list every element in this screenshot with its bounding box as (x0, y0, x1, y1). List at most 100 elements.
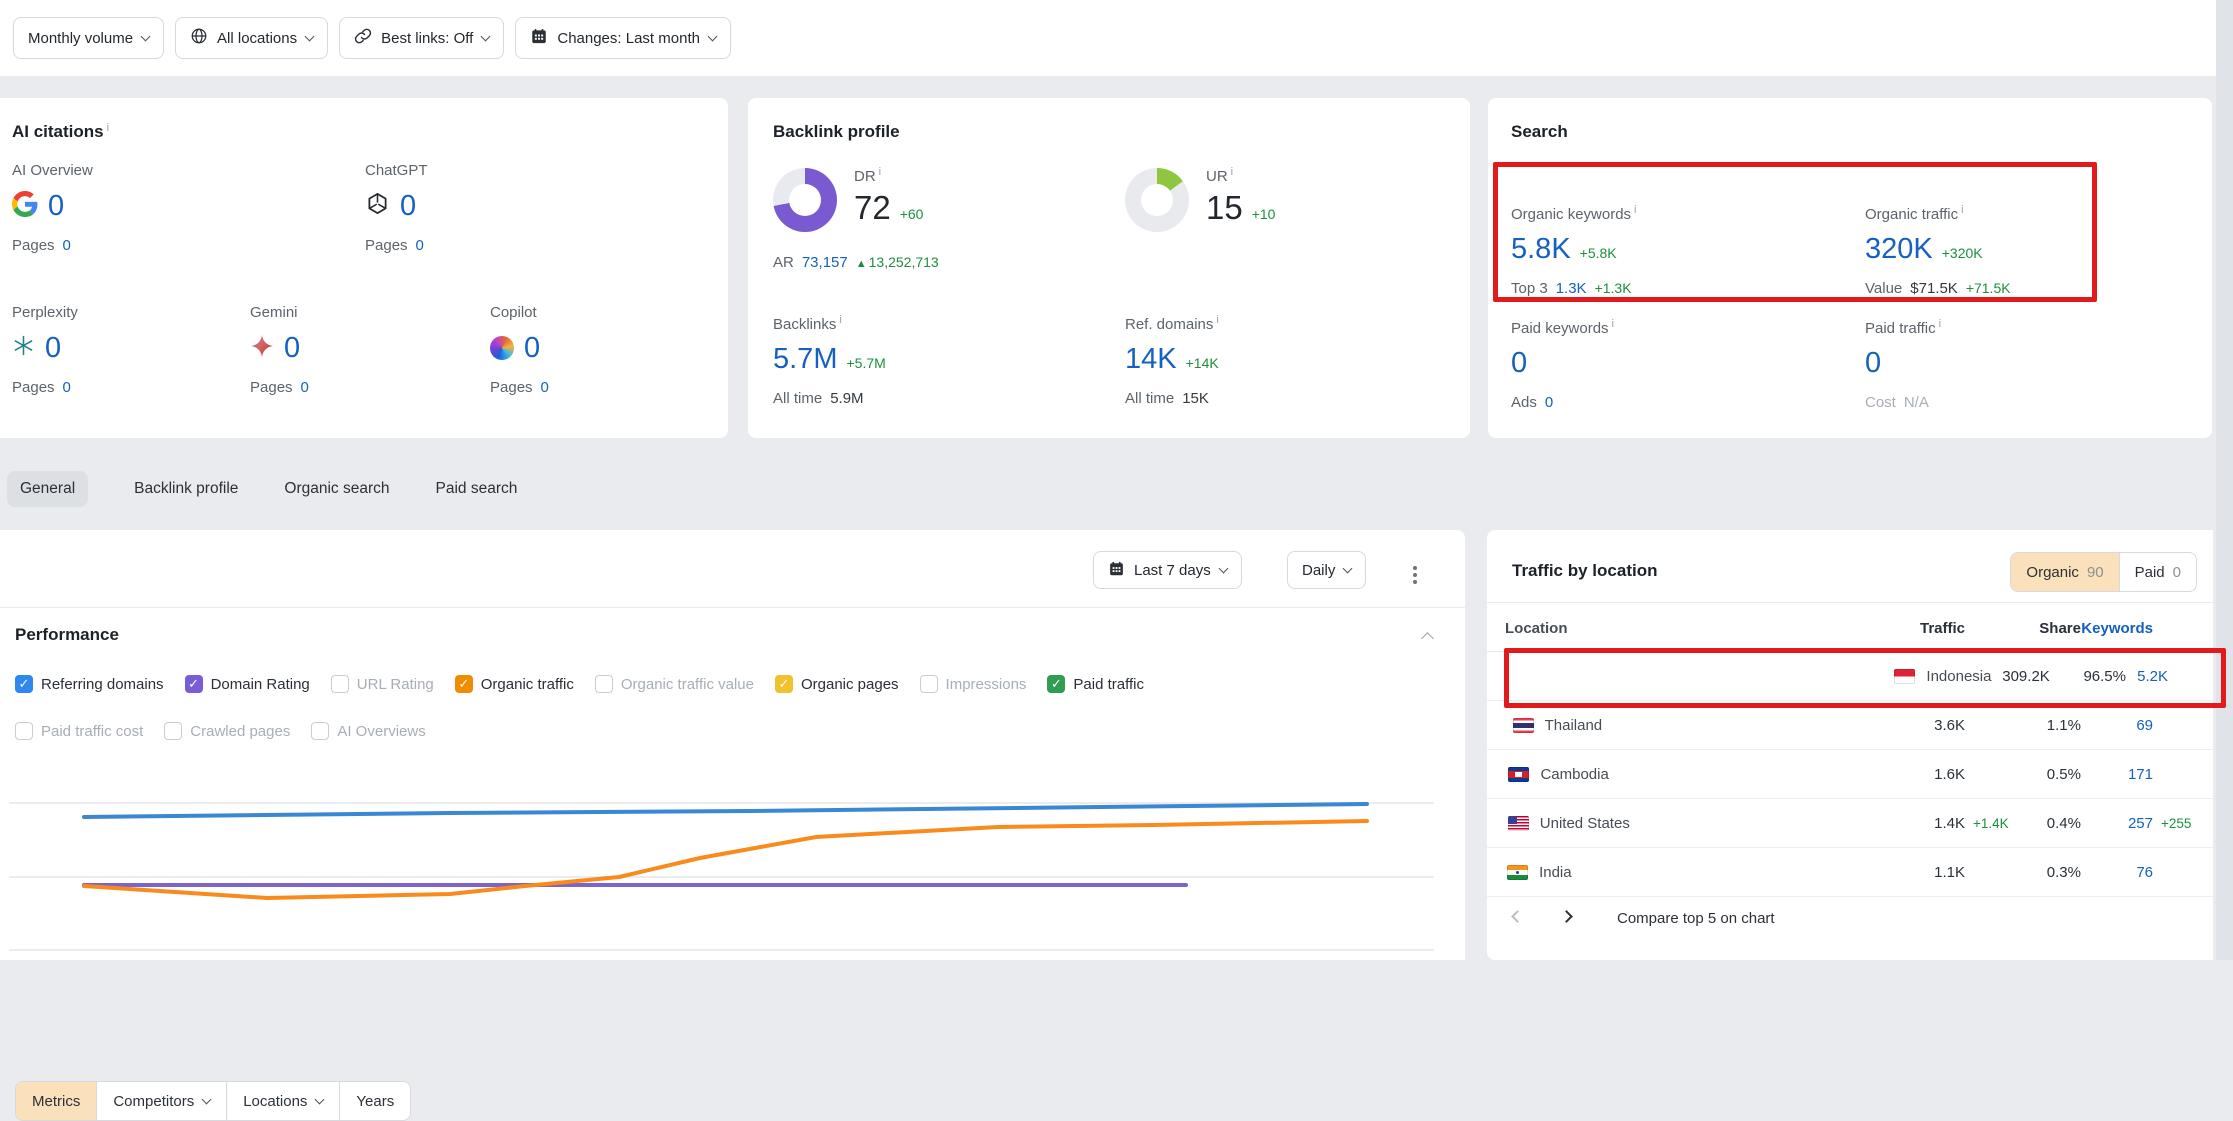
checkbox-crawled-pages[interactable]: Crawled pages (164, 722, 290, 740)
keywords-link[interactable]: 171 (2081, 766, 2153, 783)
changes-filter[interactable]: Changes: Last month (515, 17, 731, 59)
table-row-united-states[interactable]: United States 1.4K +1.4K 0.4% 257 +255 (1487, 799, 2213, 848)
backlinks-value[interactable]: 5.7M (773, 345, 837, 374)
table-row-cambodia[interactable]: Cambodia 1.6K 0.5% 171 (1487, 750, 2213, 799)
next-page-button[interactable] (1554, 908, 1579, 929)
column-traffic[interactable]: Traffic (1865, 620, 1965, 637)
pages-count-link[interactable]: 0 (63, 237, 71, 254)
ref-domains-delta: +14K (1186, 355, 1219, 371)
segment-locations[interactable]: Locations (226, 1082, 339, 1120)
keywords-link[interactable]: 5.2K (2126, 668, 2168, 685)
pages-count-link[interactable]: 0 (63, 379, 71, 396)
checkbox-organic-pages[interactable]: ✓Organic pages (775, 675, 899, 693)
info-icon[interactable]: i (879, 166, 881, 178)
table-row-india[interactable]: India 1.1K 0.3% 76 (1487, 848, 2213, 897)
keywords-link[interactable]: 69 (2081, 717, 2153, 734)
info-icon[interactable]: i (1231, 166, 1233, 178)
tab-backlink-profile[interactable]: Backlink profile (134, 471, 238, 507)
location-name: India (1539, 864, 1572, 881)
keywords-link[interactable]: 76 (2081, 864, 2153, 881)
more-options-button[interactable] (1405, 558, 1425, 592)
calendar-icon (530, 27, 548, 49)
traffic-value: 1.1K (1865, 864, 1965, 881)
organic-keywords-value[interactable]: 5.8K (1511, 235, 1571, 264)
column-location[interactable]: Location (1505, 620, 1865, 637)
ai-overview-value[interactable]: 0 (48, 192, 64, 221)
table-row-thailand[interactable]: Thailand 3.6K 1.1% 69 (1487, 701, 2213, 750)
date-range-button[interactable]: Last 7 days (1093, 551, 1242, 589)
ads-label: Ads (1511, 394, 1537, 411)
checkbox-paid-traffic-cost[interactable]: Paid traffic cost (15, 722, 143, 740)
tab-paid-search[interactable]: Paid search (436, 471, 518, 507)
checkbox-url-rating[interactable]: URL Rating (331, 675, 434, 693)
ads-count-link[interactable]: 0 (1545, 394, 1553, 411)
perplexity-value[interactable]: 0 (45, 334, 61, 363)
location-name: Thailand (1545, 717, 1603, 734)
checkbox-domain-rating[interactable]: ✓Domain Rating (185, 675, 310, 693)
checkbox-referring-domains[interactable]: ✓Referring domains (15, 675, 164, 693)
share-value: 0.4% (2017, 815, 2081, 832)
alltime-value: 5.9M (830, 390, 863, 407)
locations-filter[interactable]: All locations (175, 17, 328, 59)
paid-count: 0 (2173, 564, 2181, 581)
pages-count-link[interactable]: 0 (541, 379, 549, 396)
info-icon[interactable]: i (1634, 204, 1636, 216)
segment-metrics[interactable]: Metrics (16, 1082, 96, 1120)
chatgpt-value[interactable]: 0 (400, 192, 416, 221)
checkbox-paid-traffic[interactable]: ✓Paid traffic (1047, 675, 1144, 693)
column-keywords[interactable]: Keywords (2081, 620, 2153, 637)
info-icon[interactable]: i (1612, 318, 1614, 330)
checkbox-impressions[interactable]: Impressions (920, 675, 1027, 693)
chatgpt-label: ChatGPT (365, 162, 595, 179)
chatgpt-icon (365, 191, 390, 221)
checkbox-organic-traffic-value[interactable]: Organic traffic value (595, 675, 754, 693)
collapse-section-button[interactable] (1423, 630, 1432, 648)
info-icon[interactable]: i (107, 122, 109, 134)
monthly-volume-filter[interactable]: Monthly volume (13, 17, 164, 59)
scrollbar-track[interactable] (2216, 0, 2233, 960)
chevron-down-icon (202, 1094, 212, 1104)
info-icon[interactable]: i (1216, 314, 1218, 326)
paid-keywords-value[interactable]: 0 (1511, 349, 1527, 378)
organic-traffic-value[interactable]: 320K (1865, 235, 1933, 264)
backlink-profile-card: Backlink profile DRi 72 +60 AR 73,157 ▲1… (748, 98, 1470, 438)
pages-count-link[interactable]: 0 (301, 379, 309, 396)
checkbox-ai-overviews[interactable]: AI Overviews (311, 722, 425, 740)
perplexity-block: Perplexity 0 Pages0 (12, 304, 242, 396)
checkbox-checked-icon: ✓ (455, 675, 473, 693)
ar-value-link[interactable]: 73,157 (802, 254, 848, 271)
ur-value: 15 (1206, 191, 1243, 224)
copilot-value[interactable]: 0 (524, 334, 540, 363)
best-links-filter[interactable]: Best links: Off (339, 17, 504, 59)
previous-page-button[interactable] (1505, 908, 1530, 929)
toggle-paid[interactable]: Paid0 (2119, 553, 2196, 591)
segment-competitors[interactable]: Competitors (96, 1082, 226, 1120)
info-icon[interactable]: i (1939, 318, 1941, 330)
info-icon[interactable]: i (1961, 204, 1963, 216)
granularity-button[interactable]: Daily (1287, 551, 1366, 589)
paid-traffic-value[interactable]: 0 (1865, 349, 1881, 378)
pages-label: Pages (490, 379, 533, 396)
traffic-by-location-panel: Traffic by location Organic90 Paid0 Loca… (1487, 530, 2213, 960)
share-value: 0.3% (2017, 864, 2081, 881)
segment-years[interactable]: Years (339, 1082, 410, 1120)
tab-general[interactable]: General (7, 471, 88, 507)
ref-domains-value[interactable]: 14K (1125, 345, 1177, 374)
tab-organic-search[interactable]: Organic search (284, 471, 389, 507)
dr-value: 72 (854, 191, 891, 224)
organic-count: 90 (2087, 564, 2104, 581)
compare-top5-label[interactable]: Compare top 5 on chart (1617, 910, 1775, 927)
top3-value-link[interactable]: 1.3K (1556, 280, 1587, 297)
pages-count-link[interactable]: 0 (416, 237, 424, 254)
toggle-organic[interactable]: Organic90 (2011, 553, 2118, 591)
traffic-value: 3.6K (1865, 717, 1965, 734)
keywords-link[interactable]: 257 (2081, 815, 2153, 832)
info-icon[interactable]: i (839, 314, 841, 326)
table-row-indonesia[interactable]: Indonesia 309.2K 96.5% 5.2K (1487, 652, 2213, 701)
organic-keywords-delta: +5.8K (1580, 245, 1617, 261)
gemini-value[interactable]: 0 (284, 334, 300, 363)
organic-keywords-label: Organic keywordsi (1511, 206, 1841, 223)
column-share[interactable]: Share (2017, 620, 2081, 637)
metrics-checkbox-row-2: Paid traffic cost Crawled pages AI Overv… (15, 722, 426, 740)
checkbox-organic-traffic[interactable]: ✓Organic traffic (455, 675, 574, 693)
